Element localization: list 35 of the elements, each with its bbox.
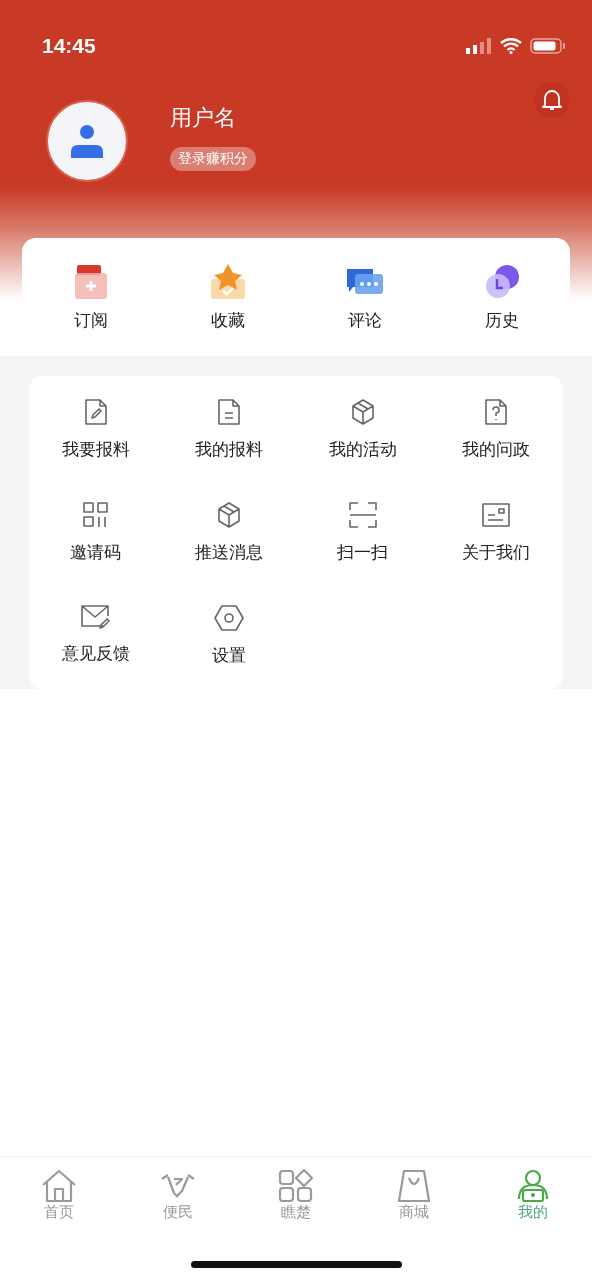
- notification-button[interactable]: [534, 82, 570, 118]
- username: 用户名: [170, 104, 236, 132]
- quick-link[interactable]: 收藏: [159, 238, 296, 356]
- quick-link[interactable]: 历史: [433, 238, 570, 356]
- home-icon: [41, 1169, 78, 1203]
- menu-item[interactable]: 推送消息: [162, 501, 296, 564]
- apps-icon: [278, 1169, 314, 1203]
- cube-icon: [349, 398, 376, 426]
- grid-icon: [81, 501, 110, 529]
- document-question-icon: [483, 398, 510, 426]
- cube-icon: [216, 501, 243, 529]
- document-edit-icon: [82, 398, 109, 426]
- status-time: 14:45: [42, 34, 96, 58]
- scan-icon: [347, 501, 378, 529]
- signal-icon: [466, 38, 492, 54]
- document-icon: [216, 398, 243, 426]
- quick-link[interactable]: 订阅: [22, 238, 159, 356]
- menu-item[interactable]: 扫一扫: [296, 501, 430, 564]
- menu-item[interactable]: 意见反馈: [29, 604, 163, 667]
- battery-icon: [530, 38, 566, 54]
- menu-item[interactable]: 邀请码: [29, 501, 163, 564]
- bell-icon: [542, 89, 562, 111]
- wifi-icon: [500, 38, 522, 54]
- menu-item[interactable]: 设置: [162, 604, 296, 667]
- menu-item[interactable]: 我的报料: [162, 398, 296, 461]
- quick-link[interactable]: 评论: [296, 238, 433, 356]
- menu-item[interactable]: 我要报料: [29, 398, 163, 461]
- menu-item[interactable]: 我的活动: [296, 398, 430, 461]
- menu-item[interactable]: 关于我们: [429, 501, 563, 564]
- id-card-icon: [481, 501, 512, 529]
- shopping-bag-icon: [396, 1169, 433, 1203]
- settings-icon: [214, 604, 245, 632]
- menu-item[interactable]: 我的问政: [429, 398, 563, 461]
- mail-edit-icon: [79, 604, 112, 630]
- user-icon: [70, 124, 104, 158]
